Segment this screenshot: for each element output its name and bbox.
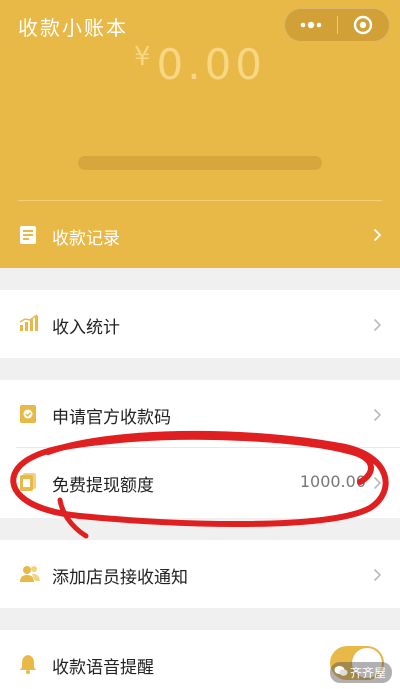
miniprogram-capsule — [284, 8, 390, 42]
balance-amount: ¥0.00 — [0, 40, 400, 89]
chevron-right-icon — [373, 568, 382, 582]
currency-symbol: ¥ — [133, 42, 155, 72]
document-icon — [20, 226, 36, 244]
more-icon[interactable] — [297, 15, 325, 35]
add-clerk-row[interactable]: 添加店员接收通知 — [0, 540, 400, 608]
add-clerk-label: 添加店员接收通知 — [52, 568, 188, 588]
chevron-right-icon — [373, 476, 382, 490]
records-label: 收款记录 — [52, 229, 120, 249]
free-withdraw-label: 免费提现额度 — [52, 476, 154, 496]
header: 收款小账本 ¥0.00 收款记录 — [0, 0, 400, 268]
header-divider — [18, 200, 382, 201]
capsule-separator — [337, 16, 338, 34]
page-title: 收款小账本 — [18, 16, 128, 40]
chevron-right-icon — [373, 408, 382, 422]
watermark-text: 齐齐屋 — [349, 666, 386, 680]
watermark: 齐齐屋 — [329, 662, 392, 683]
people-icon — [20, 566, 40, 582]
voice-reminder-row: 收款语音提醒 齐齐屋 — [0, 630, 400, 689]
apply-code-label: 申请官方收款码 — [52, 408, 171, 428]
free-withdraw-value: 1000.00 — [299, 472, 366, 491]
income-stats-row[interactable]: 收入统计 — [0, 290, 400, 358]
cards-icon — [20, 473, 36, 491]
chevron-right-icon — [373, 228, 382, 242]
placeholder-bar — [78, 156, 322, 170]
apply-code-row[interactable]: 申请官方收款码 — [0, 380, 400, 448]
amount-value: 0.00 — [156, 40, 267, 89]
qr-code-card-icon — [20, 405, 36, 423]
free-withdraw-row[interactable]: 免费提现额度 1000.00 — [0, 448, 400, 518]
bell-icon — [20, 655, 36, 674]
records-row[interactable]: 收款记录 — [0, 210, 400, 262]
chevron-right-icon — [373, 318, 382, 332]
wechat-icon — [334, 666, 348, 676]
close-icon[interactable] — [349, 15, 377, 35]
bar-chart-icon — [19, 314, 38, 331]
income-stats-label: 收入统计 — [52, 318, 120, 338]
voice-reminder-label: 收款语音提醒 — [52, 658, 154, 678]
